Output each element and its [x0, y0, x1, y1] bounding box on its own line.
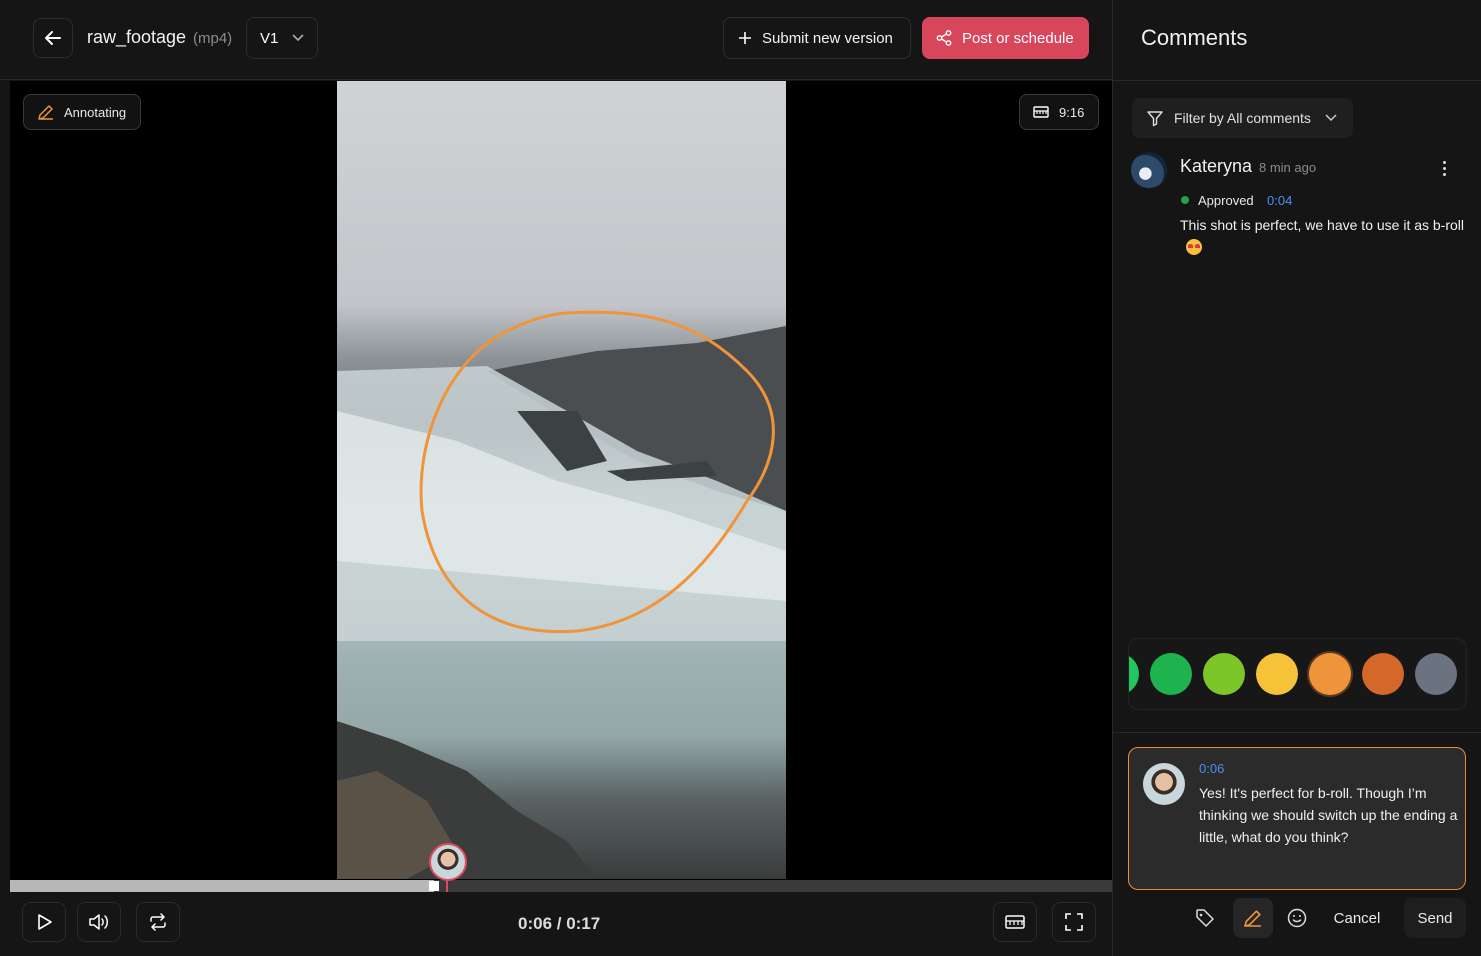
aspect-ratio-button[interactable]: 9:16: [1019, 94, 1099, 130]
color-swatch[interactable]: [1203, 653, 1245, 695]
emoji-button[interactable]: [1277, 898, 1317, 938]
divider: [1113, 732, 1481, 733]
plus-icon: [739, 32, 751, 44]
comment-marker-avatar[interactable]: [429, 843, 467, 881]
post-or-schedule-button[interactable]: Post or schedule: [922, 17, 1089, 59]
reply-input[interactable]: 0:06 Yes! It's perfect for b-roll. Thoug…: [1128, 747, 1466, 890]
chevron-down-icon: [1325, 114, 1337, 122]
version-label: V1: [260, 29, 279, 47]
progress-handle[interactable]: [429, 881, 440, 891]
post-label: Post or schedule: [962, 29, 1074, 47]
divider: [1113, 80, 1481, 81]
annotating-toggle[interactable]: Annotating: [23, 94, 141, 130]
video-player[interactable]: Annotating 9:16: [10, 81, 1112, 881]
color-swatch[interactable]: [1256, 653, 1298, 695]
loop-button[interactable]: [136, 902, 180, 942]
annotate-button[interactable]: [1233, 898, 1273, 938]
send-button[interactable]: Send: [1404, 898, 1466, 938]
app: raw_footage (mp4) V1 Submit new version …: [0, 0, 1481, 956]
video-frame[interactable]: [337, 81, 786, 879]
player-controls: 0:06 / 0:17: [0, 892, 1112, 956]
filter-label: Filter by All comments: [1174, 110, 1311, 126]
avatar: [1131, 152, 1167, 188]
pencil-icon: [1244, 910, 1261, 927]
comments-panel: Comments Filter by All comments Kateryna…: [1112, 0, 1481, 956]
reply-text[interactable]: Yes! It's perfect for b-roll. Though I’m…: [1199, 782, 1459, 848]
waterfall-scene: [337, 310, 786, 879]
annotating-label: Annotating: [64, 104, 127, 120]
smiley-icon: [1287, 908, 1307, 928]
color-swatch[interactable]: [1129, 653, 1139, 695]
chevron-down-icon: [292, 34, 304, 42]
comment-author: Kateryna: [1180, 156, 1253, 176]
comment-timestamp-link[interactable]: 0:04: [1267, 193, 1292, 208]
heart-eyes-emoji-icon: [1186, 239, 1202, 255]
comment-text: This shot is perfect, we have to use it …: [1180, 214, 1465, 258]
color-swatch[interactable]: [1309, 653, 1351, 695]
cancel-button[interactable]: Cancel: [1319, 898, 1395, 938]
color-swatch[interactable]: [1362, 653, 1404, 695]
comment-body: This shot is perfect, we have to use it …: [1180, 217, 1465, 233]
fullscreen-icon: [1065, 913, 1083, 931]
aspect-ratio-icon: [1005, 915, 1025, 929]
status-dot: [1181, 196, 1189, 204]
arrow-left-icon: [45, 31, 61, 45]
play-button[interactable]: [22, 902, 66, 942]
aspect-ratio-label: 9:16: [1059, 104, 1085, 120]
share-icon: [936, 30, 952, 46]
comment-time: 8 min ago: [1259, 160, 1317, 175]
submit-label: Submit new version: [762, 29, 893, 47]
fullscreen-button[interactable]: [1052, 902, 1096, 942]
progress-track[interactable]: [10, 880, 1112, 892]
color-picker: [1128, 638, 1467, 710]
submit-new-version-button[interactable]: Submit new version: [723, 17, 911, 59]
status-badge: Approved: [1198, 193, 1254, 208]
panel-title: Comments: [1141, 25, 1248, 50]
aspect-ratio-control[interactable]: [993, 902, 1037, 942]
color-swatch[interactable]: [1415, 653, 1457, 695]
time-display: 0:06 / 0:17: [518, 914, 601, 933]
reply-timestamp[interactable]: 0:06: [1199, 761, 1224, 776]
filter-icon: [1147, 111, 1163, 127]
loop-icon: [150, 913, 166, 931]
volume-icon: [89, 914, 108, 930]
avatar: [1143, 763, 1185, 805]
more-options-icon[interactable]: [1436, 158, 1452, 178]
pencil-icon: [38, 105, 53, 120]
top-bar: raw_footage (mp4) V1 Submit new version …: [0, 0, 1112, 80]
back-button[interactable]: [33, 18, 73, 58]
aspect-ratio-icon: [1033, 106, 1049, 118]
tag-icon: [1196, 909, 1214, 927]
volume-button[interactable]: [77, 902, 121, 942]
file-extension: (mp4): [193, 30, 233, 47]
color-swatch[interactable]: [1150, 653, 1192, 695]
comment-filter-dropdown[interactable]: Filter by All comments: [1132, 98, 1353, 138]
progress-fill: [10, 880, 435, 892]
version-select[interactable]: V1: [246, 17, 318, 59]
file-title: raw_footage: [87, 27, 187, 47]
tag-button[interactable]: [1185, 898, 1225, 938]
play-icon: [38, 914, 52, 930]
